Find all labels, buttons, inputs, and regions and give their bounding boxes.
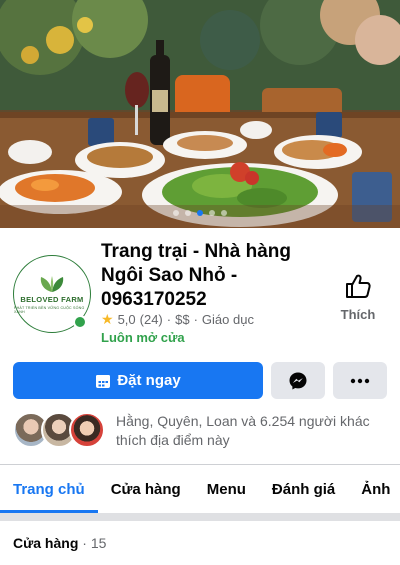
- page-meta: ★ 5,0 (24) · $$ · Giáo dục: [101, 311, 254, 328]
- shop-item-count: 15: [90, 535, 107, 551]
- book-now-button[interactable]: Đặt ngay: [13, 362, 263, 399]
- shop-section-title: Cửa hàng: [13, 535, 79, 551]
- carousel-dot[interactable]: [209, 210, 215, 216]
- page-title: Trang trại - Nhà hàng Ngôi Sao Nhỏ - 096…: [101, 241, 292, 310]
- carousel-dot-active[interactable]: [197, 210, 203, 216]
- friends-avatars[interactable]: [13, 412, 105, 452]
- calendar-icon: [96, 374, 111, 388]
- review-count[interactable]: (24): [140, 312, 163, 327]
- avatar-tagline-text: PHÁT TRIỂN BỀN VỮNG CUỘC SỐNG XANH: [14, 305, 85, 314]
- cover-photo[interactable]: [0, 0, 400, 228]
- cover-image: [0, 0, 400, 228]
- star-icon: ★: [101, 311, 114, 327]
- messenger-icon: [289, 372, 307, 389]
- tab-menu[interactable]: Menu: [194, 465, 259, 513]
- meta-separator: ·: [193, 312, 198, 327]
- carousel-dot[interactable]: [185, 210, 191, 216]
- page-tabs: Trang chủ Cửa hàng Menu Đánh giá Ảnh: [0, 465, 400, 513]
- shop-section-header[interactable]: Cửa hàng · 15: [13, 535, 106, 551]
- category-label: Giáo dục: [201, 312, 254, 327]
- tab-reviews[interactable]: Đánh giá: [259, 465, 348, 513]
- section-separator: [0, 513, 400, 521]
- meta-separator: ·: [166, 312, 172, 327]
- online-status-dot: [73, 315, 87, 329]
- price-range: $$: [175, 312, 190, 327]
- open-status: Luôn mở cửa: [101, 330, 185, 345]
- cover-carousel-indicator: [0, 210, 400, 216]
- shop-section-separator: ·: [78, 535, 91, 551]
- rating-value[interactable]: 5,0: [118, 312, 136, 327]
- more-icon: [350, 378, 370, 383]
- more-options-button[interactable]: [333, 362, 387, 399]
- avatar-brand-text: BELOVED FARM: [20, 294, 84, 304]
- messenger-button[interactable]: [271, 362, 325, 399]
- like-button[interactable]: Thích: [336, 272, 380, 322]
- like-label: Thích: [340, 307, 376, 322]
- leaf-logo-icon: [40, 275, 64, 292]
- tab-shop[interactable]: Cửa hàng: [98, 465, 194, 513]
- tab-home[interactable]: Trang chủ: [0, 465, 98, 513]
- book-now-label: Đặt ngay: [117, 372, 181, 389]
- friends-like-text[interactable]: Hằng, Quyên, Loan và 6.254 người khác th…: [116, 412, 386, 450]
- thumbs-up-icon: [346, 274, 371, 298]
- tab-photos[interactable]: Ảnh: [348, 465, 400, 513]
- carousel-dot[interactable]: [173, 210, 179, 216]
- carousel-dot[interactable]: [221, 210, 227, 216]
- friend-avatar: [69, 412, 105, 448]
